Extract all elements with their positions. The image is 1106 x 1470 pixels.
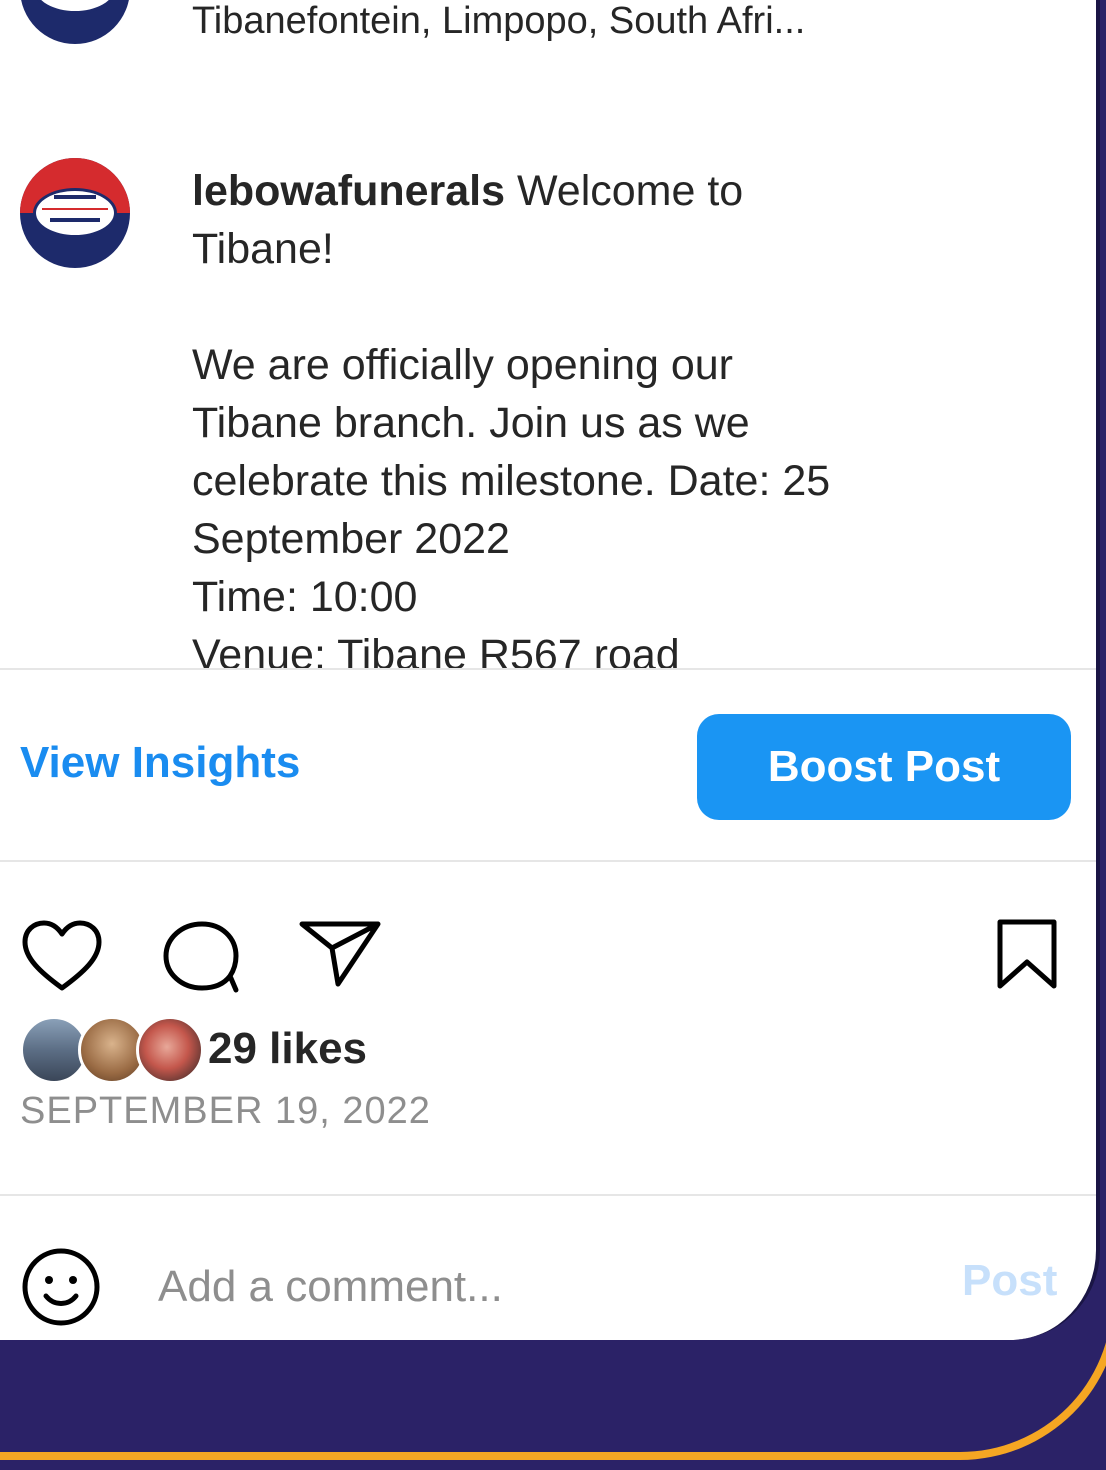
divider: [0, 1194, 1096, 1196]
avatar: [136, 1016, 204, 1084]
likes-count[interactable]: 29 likes: [208, 1024, 367, 1074]
caption-text-first: Welcome to: [516, 167, 744, 215]
comment-icon[interactable]: [158, 918, 242, 994]
post-location[interactable]: Tibanefontein, Limpopo, South Afri...: [192, 0, 805, 43]
divider: [0, 860, 1096, 862]
post-comment-button[interactable]: Post: [962, 1256, 1057, 1306]
caption-line: September 2022: [192, 515, 510, 563]
caption-username[interactable]: lebowafunerals: [192, 167, 505, 215]
caption-line: We are officially opening our: [192, 341, 734, 389]
share-icon[interactable]: [298, 918, 382, 988]
profile-avatar-top[interactable]: [20, 0, 130, 44]
caption-line: Venue: Tibane R567 road: [192, 631, 680, 679]
bookmark-icon[interactable]: [994, 918, 1060, 990]
instagram-post-card: Tibanefontein, Limpopo, South Afri... le…: [0, 0, 1100, 1340]
divider: [0, 668, 1096, 670]
comment-input[interactable]: [158, 1252, 918, 1322]
emoji-icon[interactable]: [20, 1246, 102, 1328]
post-date: SEPTEMBER 19, 2022: [20, 1090, 431, 1132]
boost-post-button[interactable]: Boost Post: [697, 714, 1071, 820]
caption-text-second: Tibane!: [192, 225, 334, 273]
caption-line: Tibane branch. Join us as we: [192, 399, 750, 447]
view-insights-link[interactable]: View Insights: [20, 738, 300, 788]
caption-line: Time: 10:00: [192, 573, 418, 621]
caption-line: celebrate this milestone. Date: 25: [192, 457, 831, 505]
heart-icon[interactable]: [20, 918, 104, 994]
post-caption: lebowafunerals Welcome to Tibane! We are…: [192, 162, 1012, 684]
profile-avatar[interactable]: [20, 158, 130, 268]
